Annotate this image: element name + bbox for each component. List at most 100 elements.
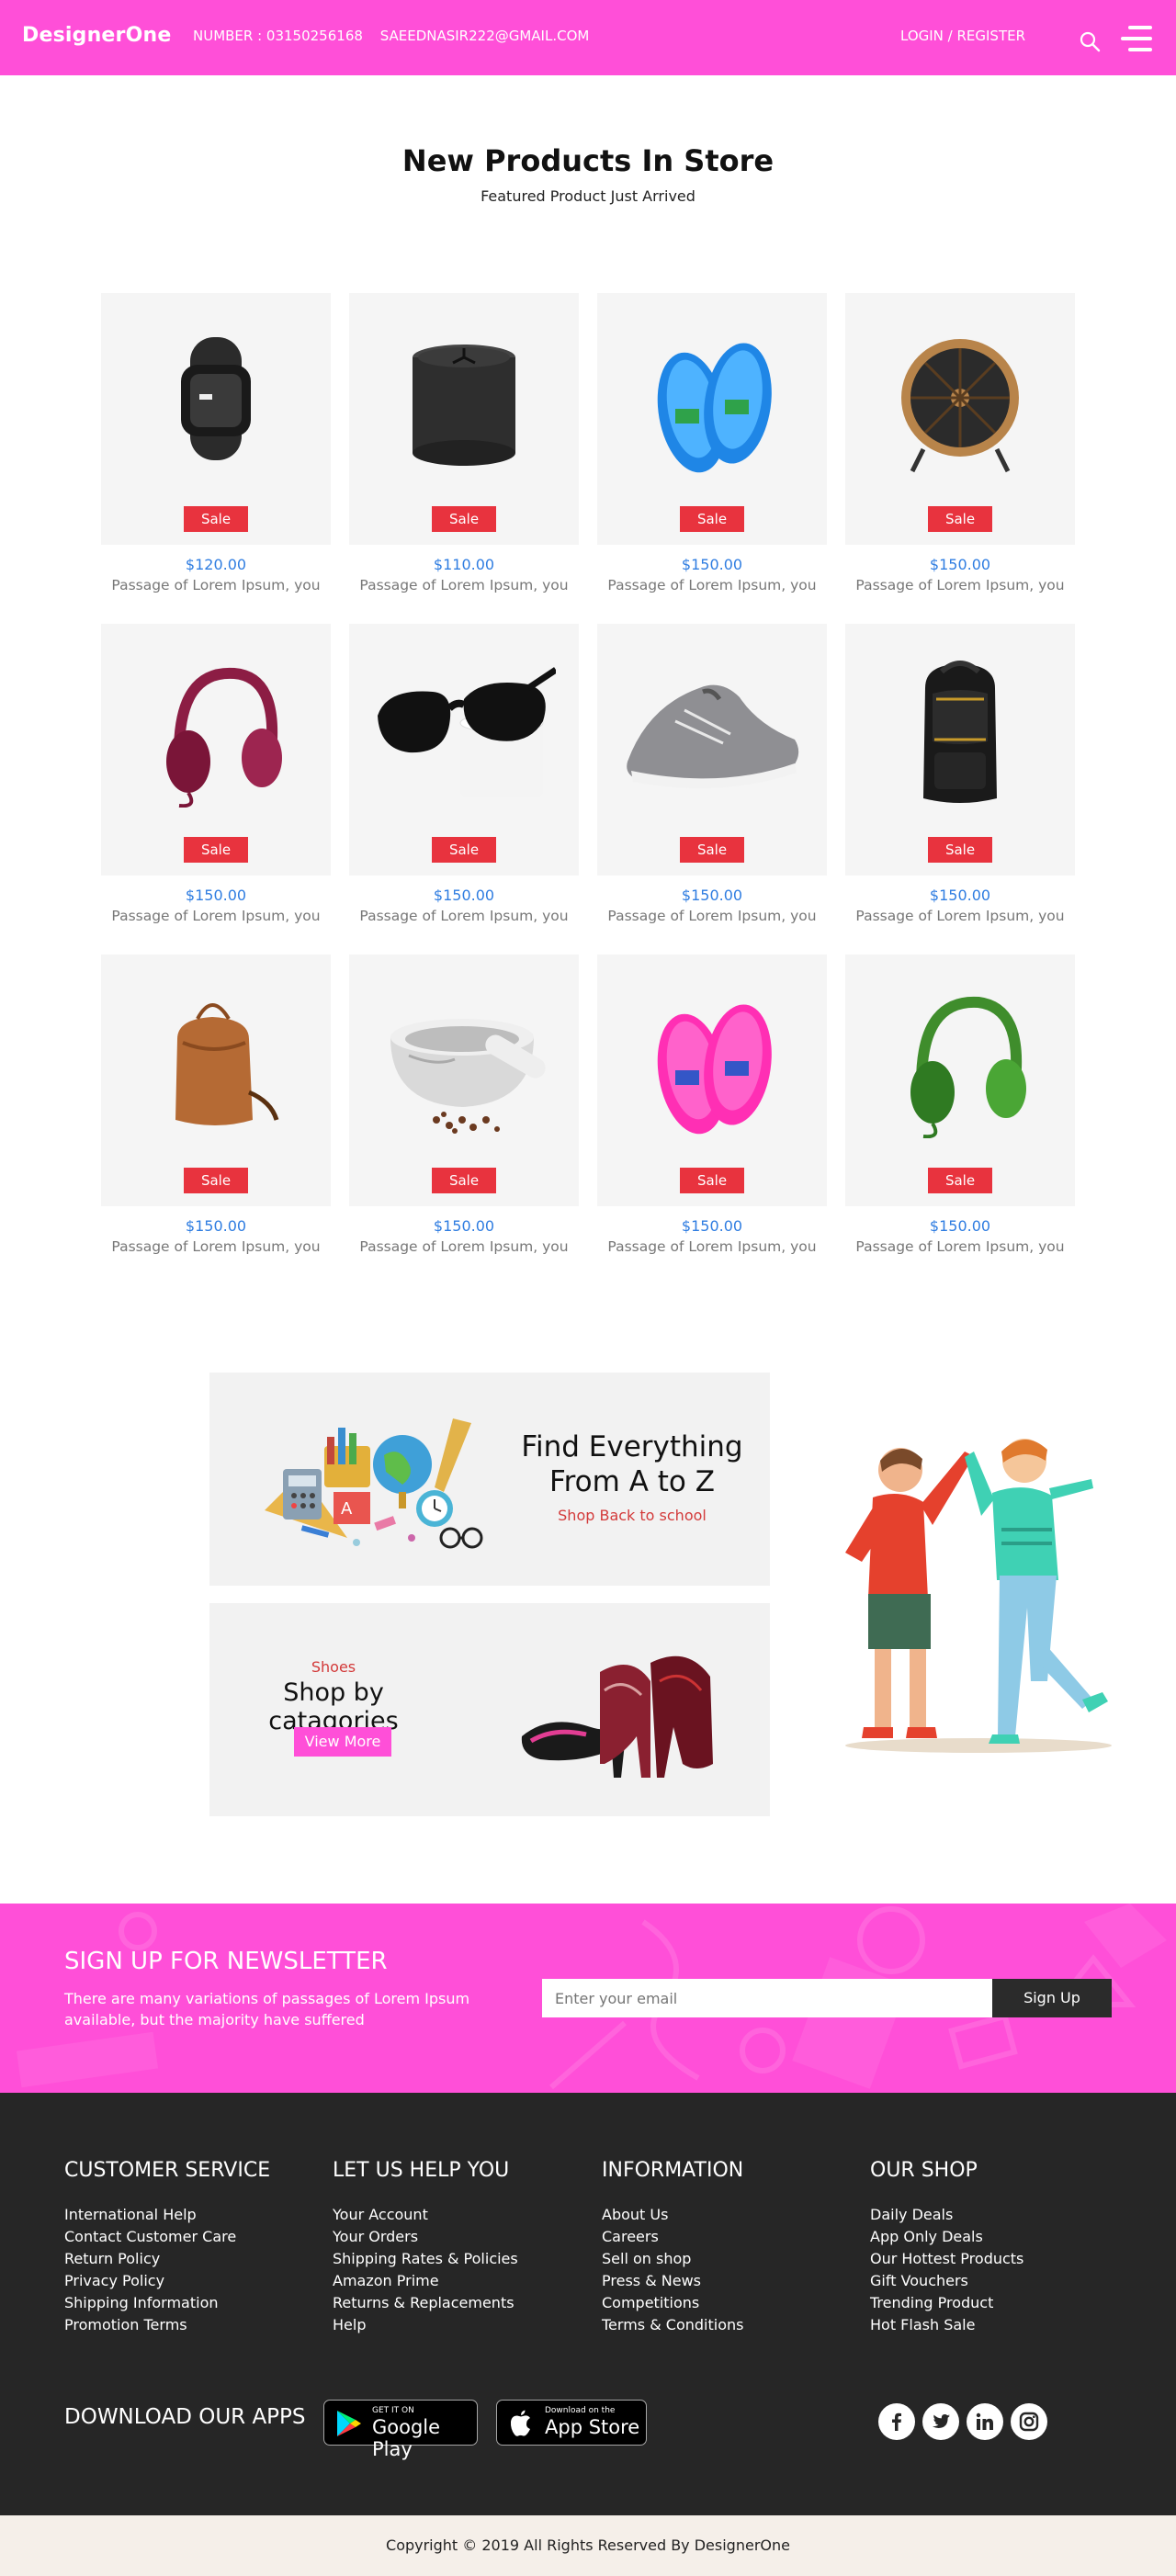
- product-image[interactable]: Sale: [845, 955, 1075, 1206]
- product-image[interactable]: Sale: [349, 624, 579, 876]
- product-card[interactable]: Sale $150.00 Passage of Lorem Ipsum, you: [597, 955, 827, 1255]
- product-price: $150.00: [185, 1217, 247, 1235]
- product-card[interactable]: Sale $150.00 Passage of Lorem Ipsum, you: [101, 955, 331, 1255]
- footer-link[interactable]: Promotion Terms: [64, 2314, 312, 2336]
- product-price: $150.00: [929, 1217, 991, 1235]
- footer-link[interactable]: International Help: [64, 2204, 312, 2226]
- footer-link[interactable]: Competitions: [602, 2292, 850, 2314]
- hamburger-menu-icon[interactable]: [1121, 26, 1152, 53]
- product-description[interactable]: Passage of Lorem Ipsum, you: [597, 908, 827, 924]
- footer-link[interactable]: Hot Flash Sale: [870, 2314, 1118, 2336]
- login-register-link[interactable]: LOGIN / REGISTER: [900, 28, 1025, 44]
- product-card[interactable]: Sale $150.00 Passage of Lorem Ipsum, you: [845, 955, 1075, 1255]
- footer-link[interactable]: Daily Deals: [870, 2204, 1118, 2226]
- product-card[interactable]: Sale $150.00 Passage of Lorem Ipsum, you: [349, 955, 579, 1255]
- product-leather-bag-image: [175, 1003, 279, 1125]
- product-price: $150.00: [681, 556, 743, 573]
- footer-link[interactable]: Terms & Conditions: [602, 2314, 850, 2336]
- product-image[interactable]: Sale: [349, 955, 579, 1206]
- product-price: $150.00: [681, 1217, 743, 1235]
- facebook-icon[interactable]: [878, 2403, 915, 2440]
- sale-badge: Sale: [184, 1168, 248, 1193]
- product-description[interactable]: Passage of Lorem Ipsum, you: [349, 908, 579, 924]
- footer-link[interactable]: Privacy Policy: [64, 2270, 312, 2292]
- product-image[interactable]: Sale: [597, 624, 827, 876]
- product-description[interactable]: Passage of Lorem Ipsum, you: [597, 1238, 827, 1255]
- product-description[interactable]: Passage of Lorem Ipsum, you: [101, 908, 331, 924]
- footer-link[interactable]: Your Orders: [333, 2226, 581, 2248]
- top-navbar: DesignerOne NUMBER : 03150256168 SAEEDNA…: [0, 0, 1176, 75]
- product-image[interactable]: Sale: [101, 624, 331, 876]
- shop-back-to-school-link[interactable]: Shop Back to school: [513, 1507, 752, 1524]
- product-card[interactable]: Sale $150.00 Passage of Lorem Ipsum, you: [597, 293, 827, 593]
- product-image[interactable]: Sale: [349, 293, 579, 545]
- product-description[interactable]: Passage of Lorem Ipsum, you: [349, 1238, 579, 1255]
- footer-link[interactable]: Sell on shop: [602, 2248, 850, 2270]
- product-image[interactable]: Sale: [101, 955, 331, 1206]
- product-description[interactable]: Passage of Lorem Ipsum, you: [845, 908, 1075, 924]
- footer-link[interactable]: Shipping Rates & Policies: [333, 2248, 581, 2270]
- product-description[interactable]: Passage of Lorem Ipsum, you: [101, 577, 331, 593]
- product-card[interactable]: Sale $150.00 Passage of Lorem Ipsum, you: [845, 624, 1075, 924]
- newsletter-signup-button[interactable]: Sign Up: [992, 1979, 1112, 2017]
- product-sunglasses-image: [378, 667, 556, 797]
- product-card[interactable]: Sale $120.00 Passage of Lorem Ipsum, you: [101, 293, 331, 593]
- sale-badge: Sale: [432, 1168, 496, 1193]
- product-card[interactable]: Sale $150.00 Passage of Lorem Ipsum, you: [597, 624, 827, 924]
- footer-link[interactable]: Returns & Replacements: [333, 2292, 581, 2314]
- product-image[interactable]: Sale: [845, 624, 1075, 876]
- product-image[interactable]: Sale: [597, 293, 827, 545]
- sale-badge: Sale: [184, 837, 248, 863]
- app-store-small-text: Download on the: [545, 2406, 616, 2415]
- footer-link[interactable]: Help: [333, 2314, 581, 2336]
- footer-link[interactable]: Shipping Information: [64, 2292, 312, 2314]
- linkedin-icon[interactable]: [967, 2403, 1003, 2440]
- newsletter-section: SIGN UP FOR NEWSLETTER There are many va…: [0, 1904, 1176, 2093]
- product-description[interactable]: Passage of Lorem Ipsum, you: [101, 1238, 331, 1255]
- google-play-button[interactable]: GET IT ON Google Play: [323, 2400, 478, 2460]
- search-icon[interactable]: [1079, 30, 1101, 52]
- phone-number: NUMBER : 03150256168: [193, 28, 363, 44]
- footer-link[interactable]: Gift Vouchers: [870, 2270, 1118, 2292]
- product-card[interactable]: Sale $110.00 Passage of Lorem Ipsum, you: [349, 293, 579, 593]
- product-card[interactable]: Sale $150.00 Passage of Lorem Ipsum, you: [845, 293, 1075, 593]
- product-description[interactable]: Passage of Lorem Ipsum, you: [597, 577, 827, 593]
- footer-column-title: OUR SHOP: [870, 2159, 978, 2182]
- footer-link[interactable]: App Only Deals: [870, 2226, 1118, 2248]
- product-backpack-image: [923, 661, 997, 803]
- site-logo[interactable]: DesignerOne: [22, 24, 171, 47]
- app-store-label: App Store: [545, 2416, 640, 2438]
- app-store-button[interactable]: Download on the App Store: [496, 2400, 647, 2446]
- newsletter-email-input[interactable]: [542, 1979, 992, 2017]
- promo-back-to-school[interactable]: A Find Everything From A to Z Shop Back …: [209, 1373, 770, 1586]
- product-description[interactable]: Passage of Lorem Ipsum, you: [845, 577, 1075, 593]
- footer-link[interactable]: Return Policy: [64, 2248, 312, 2270]
- footer-link[interactable]: Press & News: [602, 2270, 850, 2292]
- product-image[interactable]: Sale: [597, 955, 827, 1206]
- product-price: $120.00: [185, 556, 247, 573]
- product-blue-slippers-image: [657, 343, 772, 473]
- footer-link[interactable]: Careers: [602, 2226, 850, 2248]
- product-green-headphones-image: [910, 996, 1026, 1138]
- view-more-button[interactable]: View More: [294, 1727, 391, 1757]
- footer-link[interactable]: Contact Customer Care: [64, 2226, 312, 2248]
- product-price: $150.00: [433, 1217, 495, 1235]
- sale-badge: Sale: [432, 506, 496, 532]
- product-image[interactable]: Sale: [845, 293, 1075, 545]
- product-description[interactable]: Passage of Lorem Ipsum, you: [845, 1238, 1075, 1255]
- product-card[interactable]: Sale $150.00 Passage of Lorem Ipsum, you: [101, 624, 331, 924]
- instagram-icon[interactable]: [1011, 2403, 1047, 2440]
- footer-link[interactable]: Our Hottest Products: [870, 2248, 1118, 2270]
- email-address[interactable]: SAEEDNASIR222@GMAIL.COM: [380, 28, 590, 44]
- product-description[interactable]: Passage of Lorem Ipsum, you: [349, 577, 579, 593]
- product-image[interactable]: Sale: [101, 293, 331, 545]
- footer-link[interactable]: About Us: [602, 2204, 850, 2226]
- footer-link[interactable]: Your Account: [333, 2204, 581, 2226]
- sale-badge: Sale: [184, 506, 248, 532]
- product-card[interactable]: Sale $150.00 Passage of Lorem Ipsum, you: [349, 624, 579, 924]
- footer-link[interactable]: Trending Product: [870, 2292, 1118, 2314]
- product-price: $150.00: [185, 887, 247, 904]
- footer-link[interactable]: Amazon Prime: [333, 2270, 581, 2292]
- footer-column-our-shop: OUR SHOP Daily Deals App Only Deals Our …: [870, 2159, 1118, 2336]
- twitter-icon[interactable]: [922, 2403, 959, 2440]
